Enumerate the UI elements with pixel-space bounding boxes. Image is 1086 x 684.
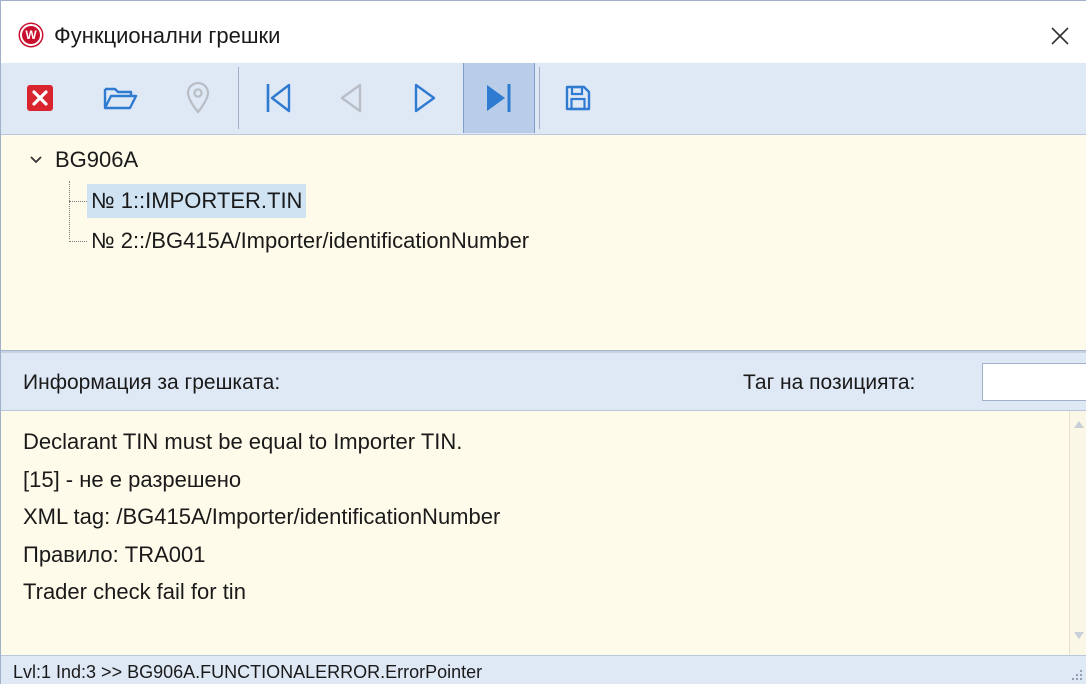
toolbar-separator bbox=[238, 67, 239, 129]
error-info-label: Информация за грешката: bbox=[23, 371, 281, 394]
first-button[interactable] bbox=[247, 63, 309, 133]
message-line: Declarant TIN must be equal to Importer … bbox=[23, 429, 463, 454]
close-errors-button[interactable] bbox=[9, 63, 71, 133]
message-line: Правило: TRA001 bbox=[23, 541, 206, 567]
tree-connector bbox=[69, 200, 87, 202]
previous-icon bbox=[340, 83, 362, 113]
map-pin-icon bbox=[186, 81, 210, 114]
status-bar: Lvl:1 Ind:3 >> BG906A.FUNCTIONALERROR.Er… bbox=[1, 655, 1086, 684]
save-button[interactable] bbox=[547, 63, 609, 133]
red-x-icon bbox=[27, 85, 53, 111]
skip-first-icon bbox=[266, 83, 291, 113]
error-tree[interactable]: BG906A № 1::IMPORTER.TIN № 2::/BG415A/Im… bbox=[11, 135, 1086, 351]
skip-last-icon bbox=[487, 84, 511, 112]
window-title: Функционални грешки bbox=[54, 23, 281, 48]
functional-errors-window: W Функционални грешки BG906A № 1::IMPORT… bbox=[0, 0, 1086, 684]
message-line: [15] - не е разрешено bbox=[23, 466, 242, 492]
info-bar: Информация за грешката: Таг на позицията… bbox=[1, 353, 1086, 411]
folder-open-icon bbox=[103, 87, 138, 110]
tree-item-label: № 1::IMPORTER.TIN bbox=[87, 184, 307, 218]
resize-grip-icon[interactable] bbox=[1069, 667, 1083, 681]
next-button[interactable] bbox=[395, 63, 457, 133]
tree-item[interactable]: № 2::/BG415A/Importer/identificationNumb… bbox=[69, 223, 533, 259]
message-line: Trader check fail for tin bbox=[23, 579, 246, 604]
tree-root-node[interactable]: BG906A bbox=[27, 147, 138, 173]
scroll-up-icon[interactable] bbox=[1073, 419, 1085, 429]
previous-button[interactable] bbox=[319, 63, 381, 133]
tree-item[interactable]: № 1::IMPORTER.TIN bbox=[69, 183, 307, 219]
next-icon bbox=[414, 83, 436, 113]
error-details-text[interactable]: Declarant TIN must be equal to Importer … bbox=[11, 411, 1069, 655]
position-tag-label: Таг на позицията: bbox=[743, 371, 916, 394]
save-icon bbox=[565, 85, 591, 111]
tree-connector bbox=[69, 240, 87, 242]
tree-item-label: № 2::/BG415A/Importer/identificationNumb… bbox=[91, 228, 530, 253]
message-line: XML tag: /BG415A/Importer/identification… bbox=[23, 504, 501, 529]
last-button[interactable] bbox=[463, 63, 535, 133]
tree-root-label: BG906A bbox=[55, 147, 139, 172]
vertical-scrollbar[interactable] bbox=[1069, 411, 1086, 655]
app-logo-icon: W bbox=[20, 24, 42, 46]
position-tag-field[interactable] bbox=[982, 363, 1086, 401]
locate-button[interactable] bbox=[167, 63, 229, 133]
status-text: Lvl:1 Ind:3 >> BG906A.FUNCTIONALERROR.Er… bbox=[13, 662, 483, 682]
close-icon bbox=[1051, 27, 1069, 45]
chevron-down-icon[interactable] bbox=[27, 151, 45, 169]
open-button[interactable] bbox=[89, 63, 151, 133]
toolbar-separator bbox=[539, 67, 540, 129]
title-bar: W Функционални грешки bbox=[1, 1, 1086, 63]
toolbar bbox=[1, 63, 1086, 135]
close-window-button[interactable] bbox=[1043, 19, 1077, 53]
scroll-down-icon[interactable] bbox=[1073, 631, 1085, 641]
